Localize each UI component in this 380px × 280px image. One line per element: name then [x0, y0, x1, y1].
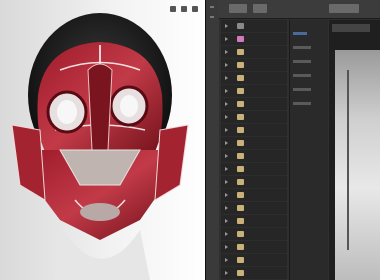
- list-item[interactable]: [293, 46, 311, 49]
- viewport-toolbar: [170, 6, 198, 12]
- list-item[interactable]: [293, 88, 311, 91]
- folder-icon: [237, 218, 244, 224]
- chevron-right-icon[interactable]: [225, 154, 228, 158]
- grip-icon: [210, 16, 214, 18]
- chevron-right-icon[interactable]: [225, 193, 228, 197]
- tree-row[interactable]: [221, 33, 287, 46]
- chevron-right-icon[interactable]: [225, 258, 228, 262]
- tab-folders[interactable]: [229, 4, 247, 13]
- folder-icon: [237, 101, 244, 107]
- tree-row[interactable]: [221, 163, 287, 176]
- chevron-right-icon[interactable]: [225, 37, 228, 41]
- tree-row[interactable]: [221, 46, 287, 59]
- folder-icon: [237, 140, 244, 146]
- tab-content[interactable]: [253, 4, 267, 13]
- tree-row[interactable]: [221, 59, 287, 72]
- folder-icon: [237, 36, 244, 42]
- folder-icon: [237, 270, 244, 276]
- chevron-right-icon[interactable]: [225, 206, 228, 210]
- folder-icon: [237, 49, 244, 55]
- chevron-right-icon[interactable]: [225, 63, 228, 67]
- chevron-right-icon[interactable]: [225, 102, 228, 106]
- chevron-right-icon[interactable]: [225, 89, 228, 93]
- chevron-right-icon[interactable]: [225, 24, 228, 28]
- folder-icon: [237, 23, 244, 29]
- panel-splitter[interactable]: [205, 0, 220, 280]
- chevron-right-icon[interactable]: [225, 219, 228, 223]
- menu-icon[interactable]: [192, 6, 198, 12]
- list-item[interactable]: [293, 102, 311, 105]
- chevron-right-icon[interactable]: [225, 141, 228, 145]
- tree-row[interactable]: [221, 241, 287, 254]
- tree-row[interactable]: [221, 85, 287, 98]
- tree-row[interactable]: [221, 98, 287, 111]
- tree-row[interactable]: [221, 124, 287, 137]
- chevron-right-icon[interactable]: [225, 50, 228, 54]
- folder-icon: [237, 166, 244, 172]
- tree-row[interactable]: [221, 267, 287, 280]
- tab-preview[interactable]: [329, 4, 359, 13]
- folder-icon: [237, 62, 244, 68]
- file-browser-panel: [219, 0, 380, 280]
- chevron-right-icon[interactable]: [225, 167, 228, 171]
- folder-tree[interactable]: [221, 20, 287, 280]
- tree-row[interactable]: [221, 254, 287, 267]
- folder-icon: [237, 75, 244, 81]
- chevron-right-icon[interactable]: [225, 115, 228, 119]
- tree-row[interactable]: [221, 202, 287, 215]
- tree-row[interactable]: [221, 150, 287, 163]
- chevron-right-icon[interactable]: [225, 271, 228, 275]
- content-list[interactable]: [289, 20, 328, 280]
- folder-icon: [237, 179, 244, 185]
- list-item[interactable]: [293, 32, 307, 35]
- tool-icon[interactable]: [170, 6, 176, 12]
- folder-icon: [237, 257, 244, 263]
- tree-row[interactable]: [221, 111, 287, 124]
- viewport-canvas[interactable]: [0, 0, 205, 280]
- tree-row[interactable]: [221, 20, 287, 33]
- tree-row[interactable]: [221, 137, 287, 150]
- tree-row[interactable]: [221, 72, 287, 85]
- folder-icon: [237, 231, 244, 237]
- preview-divider: [347, 70, 349, 250]
- chevron-right-icon[interactable]: [225, 76, 228, 80]
- grip-icon: [210, 6, 214, 8]
- tree-row[interactable]: [221, 228, 287, 241]
- folder-icon: [237, 88, 244, 94]
- folder-icon: [237, 244, 244, 250]
- folder-icon: [237, 153, 244, 159]
- panel-tab-bar: [219, 0, 380, 19]
- folder-icon: [237, 205, 244, 211]
- tree-row[interactable]: [221, 189, 287, 202]
- tree-row[interactable]: [221, 215, 287, 228]
- folder-icon: [237, 127, 244, 133]
- list-item[interactable]: [293, 60, 311, 63]
- view-icon[interactable]: [181, 6, 187, 12]
- chevron-right-icon[interactable]: [225, 232, 228, 236]
- preview-pane: [329, 20, 380, 280]
- folder-icon: [237, 192, 244, 198]
- mask-render-image: [11, 13, 189, 280]
- list-item[interactable]: [293, 74, 311, 77]
- preview-thumbnail[interactable]: [335, 50, 380, 280]
- chevron-right-icon[interactable]: [225, 180, 228, 184]
- chevron-right-icon[interactable]: [225, 245, 228, 249]
- preview-header: [332, 24, 370, 32]
- folder-icon: [237, 114, 244, 120]
- chevron-right-icon[interactable]: [225, 128, 228, 132]
- tree-row[interactable]: [221, 176, 287, 189]
